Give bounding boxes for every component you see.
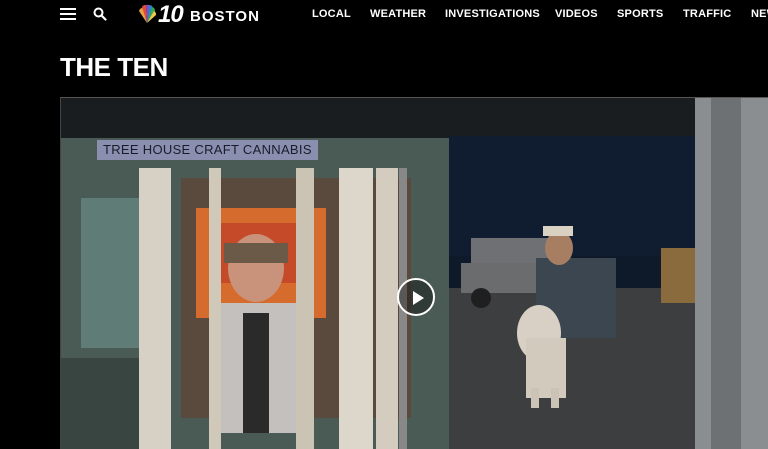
station-logo[interactable]: 10 BOSTON (136, 1, 276, 28)
play-icon (413, 291, 424, 305)
video-chyron: TREE HOUSE CRAFT CANNABIS (97, 140, 318, 160)
nav-traffic[interactable]: TRAFFIC (683, 8, 731, 20)
nav-weather[interactable]: WEATHER (370, 8, 426, 20)
nav-local[interactable]: LOCAL (312, 8, 351, 20)
video-player[interactable]: TREE HOUSE CRAFT CANNABIS (60, 97, 768, 449)
logo-city: BOSTON (190, 8, 260, 25)
page-title: THE TEN (60, 52, 168, 82)
top-navigation-bar: 10 BOSTON LOCAL WEATHER INVESTIGATIONS V… (0, 0, 768, 30)
play-button[interactable] (397, 278, 435, 316)
search-icon[interactable] (93, 7, 107, 21)
nav-sports[interactable]: SPORTS (617, 8, 663, 20)
hamburger-menu-icon[interactable] (60, 8, 76, 20)
logo-number: 10 (158, 1, 184, 28)
nav-news[interactable]: NEWS (751, 8, 768, 20)
nbc-peacock-icon (139, 4, 157, 24)
nav-videos[interactable]: VIDEOS (555, 8, 598, 20)
nav-investigations[interactable]: INVESTIGATIONS (445, 8, 540, 20)
